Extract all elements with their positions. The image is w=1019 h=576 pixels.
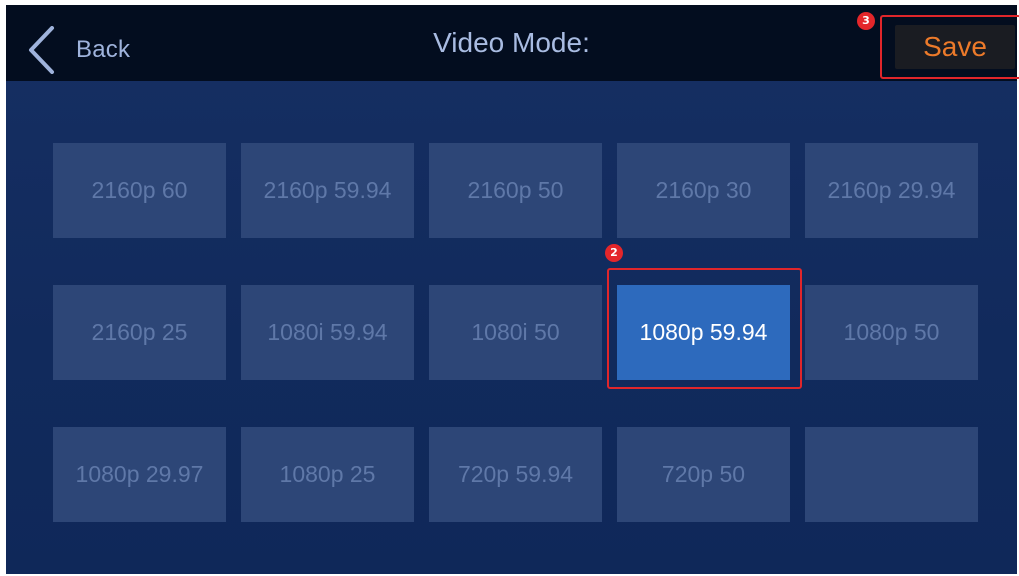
mode-tile[interactable]: 2160p 29.94 — [805, 143, 978, 238]
video-mode-grid: 2160p 60 2160p 59.94 2160p 50 2160p 30 2… — [53, 143, 978, 522]
step-badge-3: 3 — [857, 12, 875, 30]
mode-tile[interactable]: 1080p 25 — [241, 427, 414, 522]
mode-tile[interactable]: 2160p 59.94 — [241, 143, 414, 238]
mode-tile[interactable]: 1080p 50 — [805, 285, 978, 380]
mode-tile-empty — [805, 427, 978, 522]
mode-tile[interactable]: 1080p 29.97 — [53, 427, 226, 522]
save-button[interactable]: Save — [895, 25, 1015, 69]
mode-tile[interactable]: 2160p 60 — [53, 143, 226, 238]
mode-tile-selected[interactable]: 1080p 59.94 — [617, 285, 790, 380]
mode-tile[interactable]: 1080i 50 — [429, 285, 602, 380]
mode-tile[interactable]: 720p 59.94 — [429, 427, 602, 522]
mode-tile[interactable]: 2160p 30 — [617, 143, 790, 238]
mode-tile[interactable]: 2160p 25 — [53, 285, 226, 380]
video-mode-screen: Back Video Mode: Save 2160p 60 2160p 59.… — [6, 5, 1017, 574]
page-title: Video Mode: — [433, 27, 590, 58]
mode-tile[interactable]: 2160p 50 — [429, 143, 602, 238]
mode-tile[interactable]: 1080i 59.94 — [241, 285, 414, 380]
step-badge-2: 2 — [605, 244, 623, 262]
mode-tile[interactable]: 720p 50 — [617, 427, 790, 522]
